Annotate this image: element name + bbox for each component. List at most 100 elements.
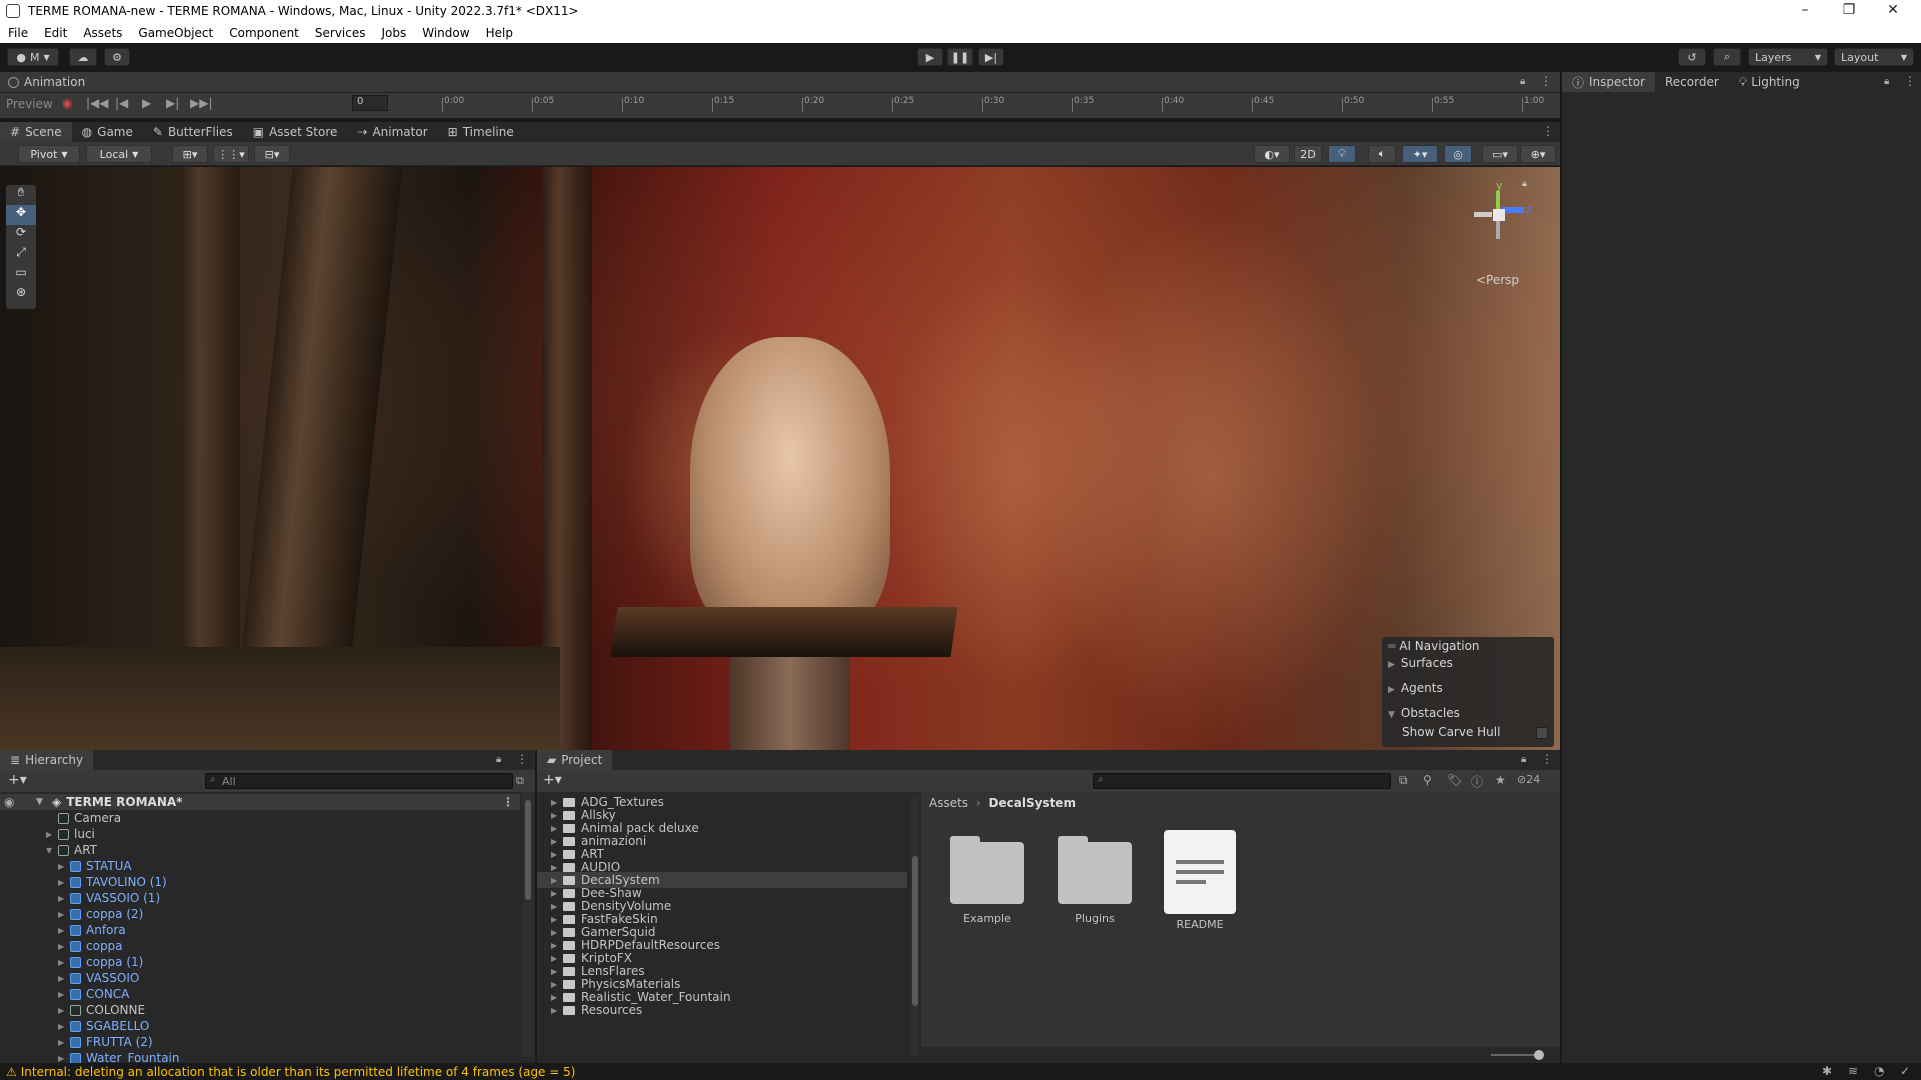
timeline-ruler[interactable]: 0:00 0:05 0:10 0:15 0:20 0:25 0:30 0:35 0:40 0:45… [440,92,1550,114]
chevron-right-icon[interactable]: ▶ [551,902,563,911]
expand-arrow-icon[interactable]: ▶ [58,990,70,999]
last-key-icon[interactable]: ▶▶| [190,96,213,110]
hierarchy-row[interactable]: ▶ coppa [0,938,520,954]
ai-navigation-title[interactable]: ═ AI Navigation [1388,639,1480,653]
fresco-figure[interactable] [1040,207,1380,747]
gizmo-neg-x[interactable] [1474,212,1492,217]
progress-icon[interactable]: ≋ [1848,1064,1858,1078]
statue-model[interactable] [690,337,890,637]
expand-arrow-icon[interactable]: ▶ [58,1006,70,1015]
tab-hierarchy[interactable]: ≣ Hierarchy [0,750,94,770]
scene-visibility-icon[interactable]: ◎ [1444,145,1472,163]
persp-label[interactable]: <Persp [1476,273,1536,287]
scene-menu-icon[interactable]: ⋮ [502,795,514,809]
scene-search-icon[interactable]: ⧉ [516,774,524,788]
account-button[interactable]: ● M ▼ [7,48,59,66]
gizmo-z-arrow[interactable] [1502,207,1524,213]
menu-component[interactable]: Component [221,26,307,40]
rotate-tool-icon[interactable]: ⟳ [6,225,36,245]
tab-timeline[interactable]: ⊞ Timeline [438,122,524,142]
expand-arrow-icon[interactable]: ▶ [58,862,70,871]
expand-arrow-icon[interactable]: ▶ [58,958,70,967]
chevron-right-icon[interactable]: ▶ [551,824,563,833]
hierarchy-row[interactable]: ▶ Water_Fountain [0,1050,520,1063]
audio-toggle-icon[interactable]: 🔈︎ [1368,145,1396,163]
chevron-right-icon[interactable]: ▶ [551,876,563,885]
hierarchy-row[interactable]: Camera [0,810,520,826]
panel-menu-icon[interactable]: ⋮ [1541,752,1553,766]
maximize-icon[interactable]: ❐ [1827,0,1871,22]
lock-icon[interactable]: 🔒︎ [1521,754,1526,765]
chevron-right-icon[interactable]: ▶ [551,993,563,1002]
breadcrumb-assets[interactable]: Assets [929,796,968,810]
chevron-right-icon[interactable]: ▶ [551,967,563,976]
layers-dropdown[interactable]: Layers ▼ [1748,48,1828,66]
project-search-input[interactable] [1093,773,1391,789]
hierarchy-row[interactable]: ▼ ART [0,842,520,858]
layout-dropdown[interactable]: Layout ▼ [1834,48,1914,66]
ai-nav-obstacles[interactable]: ▼ Obstacles [1388,706,1460,720]
hierarchy-scrollbar[interactable] [522,792,534,1057]
play-button[interactable]: ▶ [917,48,943,66]
hand-tool-icon[interactable]: ✋︎ [6,185,36,205]
pivot-dropdown[interactable]: Pivot ▼ [18,145,80,163]
hierarchy-search-input[interactable]: All [205,773,513,789]
expand-arrow-icon[interactable]: ▶ [58,910,70,919]
show-carve-hull-checkbox[interactable] [1536,727,1548,739]
ai-nav-surfaces[interactable]: ▶ Surfaces [1388,656,1453,670]
record-icon[interactable]: ◉ [62,96,72,110]
panel-menu-icon[interactable]: ⋮ [1904,74,1916,88]
hierarchy-row[interactable]: ▶ SGABELLO [0,1018,520,1034]
project-folder-row[interactable]: ▶ Resources [537,1002,907,1018]
hierarchy-row[interactable]: ▶ Anfora [0,922,520,938]
tab-game[interactable]: ◍ Game [72,122,143,142]
ai-nav-agents[interactable]: ▶ Agents [1388,681,1443,695]
drag-handle-icon[interactable]: ═ [1388,639,1395,653]
chevron-down-icon[interactable]: ▼ [36,797,52,807]
chevron-right-icon[interactable]: ▶ [551,811,563,820]
mode-2d-button[interactable]: 2D [1294,145,1322,163]
status-bar[interactable]: ⚠ Internal: deleting an allocation that … [0,1063,1921,1080]
chevron-right-icon[interactable]: ▶ [551,941,563,950]
lighting-bake-icon[interactable]: ◔ [1874,1064,1884,1078]
status-message[interactable]: Internal: deleting an allocation that is… [21,1065,576,1079]
tab-lighting[interactable]: 💡︎ Lighting [1729,72,1810,92]
table-top[interactable] [610,607,958,657]
snap-grid-icon[interactable]: ⊞▾ [172,145,208,163]
tab-animation[interactable]: Animation [0,72,100,92]
panel-menu-icon[interactable]: ⋮ [516,752,528,766]
next-key-icon[interactable]: ▶| [166,96,179,110]
tab-asset-store[interactable]: ▣ Asset Store [243,122,348,142]
expand-arrow-icon[interactable]: ▶ [58,926,70,935]
label-icon[interactable]: 🏷︎ [1447,773,1462,787]
history-icon[interactable]: ↺ [1678,48,1706,66]
local-dropdown[interactable]: Local ▼ [86,145,152,163]
check-icon[interactable]: ✓ [1900,1064,1910,1078]
chevron-right-icon[interactable]: ▶ [551,980,563,989]
minimize-icon[interactable]: – [1783,0,1827,22]
menu-file[interactable]: File [0,26,36,40]
filter-type-icon[interactable]: ⚲ [1423,773,1432,787]
chevron-right-icon[interactable]: ▶ [551,837,563,846]
panel-menu-icon[interactable]: ⋮ [1540,74,1552,88]
menu-edit[interactable]: Edit [36,26,75,40]
hidden-packages-toggle[interactable]: ⊘24 [1517,773,1540,786]
lock-icon[interactable]: 🔒︎ [1884,76,1889,87]
gizmo-center[interactable] [1493,209,1505,221]
menu-assets[interactable]: Assets [75,26,130,40]
gizmo-neg-y[interactable] [1496,221,1500,239]
lock-icon[interactable]: 🔒︎ [496,754,501,765]
expand-arrow-icon[interactable]: ▶ [46,830,58,839]
readme-file-icon[interactable] [1164,830,1236,914]
increment-snap-icon[interactable]: ⊟▾ [254,145,290,163]
gizmo-lock-icon[interactable]: 🔒︎ [1522,179,1527,189]
chevron-right-icon[interactable]: ▶ [551,850,563,859]
scrollbar-thumb[interactable] [912,856,918,1006]
tab-recorder[interactable]: Recorder [1655,72,1729,92]
menu-help[interactable]: Help [478,26,521,40]
tab-inspector[interactable]: ⓘ Inspector [1562,72,1655,92]
floor[interactable] [0,647,560,750]
menu-gameobject[interactable]: GameObject [130,26,221,40]
hierarchy-row[interactable]: ▶ COLONNE [0,1002,520,1018]
orientation-gizmo[interactable]: y z 🔒︎ <Persp [1468,177,1538,287]
